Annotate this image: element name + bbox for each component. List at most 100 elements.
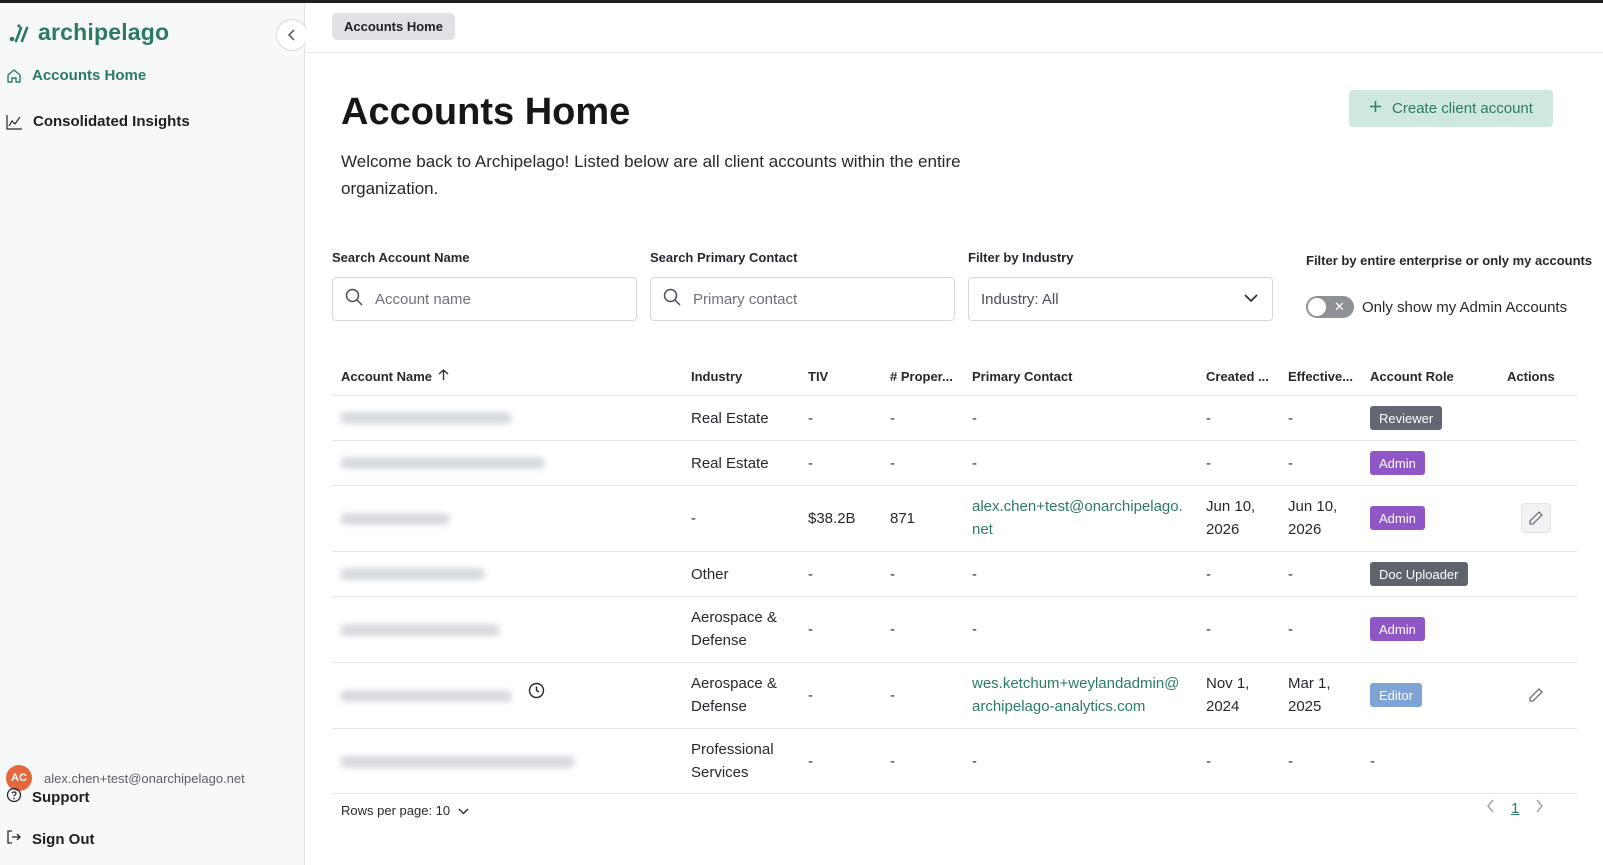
contact-email-link[interactable]: alex.chen+test@onarchipelago. net [972,495,1183,541]
chart-line-icon [6,114,23,130]
role-badge: Reviewer [1370,406,1443,430]
archipelago-logo-icon [9,23,29,42]
tiv-cell: - [808,410,813,427]
role-badge: Doc Uploader [1370,562,1468,586]
redacted-account-name[interactable] [340,756,575,768]
logo-text: archipelago [38,19,170,45]
created-cell: - [1206,455,1211,472]
support-label: Support [32,788,90,806]
main-content: Accounts Home Accounts Home Welcome back… [306,3,1603,865]
chevron-left-icon [1487,799,1494,813]
properties-cell: - [890,687,895,704]
sidebar-item-consolidated-insights[interactable]: Consolidated Insights [6,113,190,130]
effective-cell: - [1288,753,1293,770]
help-circle-icon [6,787,22,807]
breadcrumb-bar: Accounts Home [306,3,1603,53]
pencil-icon [1529,511,1543,525]
contact-search-label: Search Primary Contact [650,250,798,265]
table-row[interactable]: Real Estate - - - - - Reviewer [332,395,1577,440]
account-search-input[interactable] [375,290,595,308]
scope-filter-label: Filter by entire enterprise or only my a… [1306,253,1593,268]
effective-cell: - [1288,410,1293,427]
role-badge: Admin [1370,617,1425,641]
sidebar-item-accounts-home[interactable]: Accounts Home [6,67,146,84]
properties-cell: 871 [890,510,916,527]
create-button-label: Create client account [1392,100,1533,117]
column-header-effective[interactable]: Effective... [1288,359,1353,393]
previous-page-button[interactable] [1486,799,1495,817]
table-row[interactable]: Aerospace & Defense - - wes.ketchum+weyl… [332,662,1577,728]
table-row[interactable]: - $38.2B 871 alex.chen+test@onarchipelag… [332,485,1577,551]
sign-out-link[interactable]: Sign Out [6,829,95,849]
industry-select-value: Industry: All [981,290,1059,308]
tiv-cell: - [808,621,813,638]
breadcrumb[interactable]: Accounts Home [332,13,455,40]
chevron-down-icon [458,803,469,818]
contact-search-box[interactable] [650,277,955,321]
created-cell: Jun 10, 2026 [1206,498,1256,538]
effective-cell: Jun 10, 2026 [1288,498,1338,538]
contact-cell: - [972,455,977,472]
contact-search-input[interactable] [693,290,913,308]
industry-select[interactable]: Industry: All [968,277,1273,321]
effective-cell: Mar 1, 2025 [1288,675,1331,715]
contact-cell: - [972,753,977,770]
sign-out-label: Sign Out [32,830,95,848]
column-header-created[interactable]: Created ... [1206,359,1269,393]
redacted-account-name[interactable] [340,690,512,702]
industry-filter-label: Filter by Industry [968,250,1074,265]
contact-email-link[interactable]: wes.ketchum+weylandadmin@ archipelago-an… [972,672,1179,718]
created-cell: - [1206,621,1211,638]
chevron-down-icon [1244,290,1258,308]
sidebar: archipelago Accounts Home Consolidated I… [0,3,308,865]
redacted-account-name[interactable] [340,412,512,424]
table-row[interactable]: Aerospace & Defense - - - - - Admin [332,596,1577,662]
column-header-primary-contact[interactable]: Primary Contact [972,359,1072,393]
rows-per-page-select[interactable]: Rows per page: 10 [341,803,469,818]
collapse-sidebar-button[interactable] [276,19,308,51]
column-header-account-name[interactable]: Account Name [341,359,449,393]
next-page-button[interactable] [1535,799,1544,817]
create-client-account-button[interactable]: Create client account [1349,90,1553,127]
effective-cell: - [1288,621,1293,638]
properties-cell: - [890,455,895,472]
page-description: Welcome back to Archipelago! Listed belo… [341,152,961,198]
effective-cell: - [1288,566,1293,583]
industry-cell: Real Estate [691,410,769,427]
home-icon [6,68,22,84]
role-cell: - [1370,753,1375,770]
redacted-account-name[interactable] [340,568,485,580]
table-row[interactable]: Professional Services - - - - - - [332,728,1577,794]
created-cell: Nov 1, 2024 [1206,675,1250,715]
tiv-cell: - [808,455,813,472]
account-search-box[interactable] [332,277,637,321]
redacted-account-name[interactable] [340,513,450,525]
industry-cell: Aerospace & Defense [691,609,777,649]
close-icon: ✕ [1334,299,1345,314]
role-badge: Editor [1370,683,1422,707]
redacted-account-name[interactable] [340,624,500,636]
header-label: Account Name [341,368,433,384]
column-header-account-role[interactable]: Account Role [1370,359,1454,393]
page-number-button[interactable]: 1 [1511,800,1519,817]
column-header-industry[interactable]: Industry [691,359,742,393]
column-header-properties[interactable]: # Proper... [890,359,953,393]
created-cell: - [1206,566,1211,583]
pencil-icon [1529,688,1543,702]
tiv-cell: - [808,687,813,704]
account-search-label: Search Account Name [332,250,470,265]
admin-accounts-toggle[interactable]: ✕ [1306,296,1354,318]
table-row[interactable]: Real Estate - - - - - Admin [332,440,1577,485]
effective-cell: - [1288,455,1293,472]
edit-account-button[interactable] [1521,680,1551,710]
chevron-left-icon [287,29,295,41]
table-row[interactable]: Other - - - - - Doc Uploader [332,551,1577,596]
chevron-right-icon [1536,799,1544,813]
support-link[interactable]: Support [6,787,90,807]
logo[interactable]: archipelago [8,19,169,46]
edit-account-button[interactable] [1521,503,1551,533]
industry-cell: Professional Services [691,741,774,781]
column-header-actions: Actions [1507,368,1555,384]
redacted-account-name[interactable] [340,457,545,469]
column-header-tiv[interactable]: TIV [808,359,828,393]
